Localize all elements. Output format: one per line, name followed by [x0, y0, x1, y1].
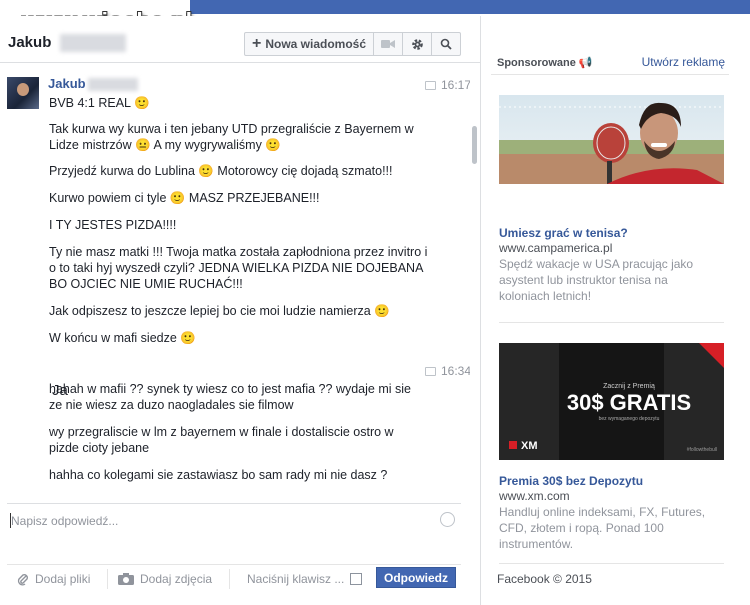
message-text: wy przegraliscie w lm z bayernem w final… — [49, 425, 394, 455]
conversation-pane: Jakub + Nowa wiadomość Jakub 16:17 BVB 4… — [0, 16, 481, 605]
conversation-title[interactable]: Jakub — [8, 34, 51, 51]
message-time: 16:34 — [425, 364, 470, 378]
banner-subtext: bez wymaganego depozytu — [599, 416, 660, 422]
xm-logo: XM — [521, 440, 538, 452]
banner-headline: 30$ GRATIS — [567, 390, 691, 415]
divider — [229, 569, 230, 589]
camera-icon — [118, 573, 134, 585]
ad-image-tennis[interactable] — [499, 95, 724, 184]
message-text: BVB 4:1 REAL 🙂 — [49, 96, 150, 110]
sponsored-label: Sponsorowane 📢 — [497, 57, 593, 69]
message-text: Jak odpiszesz to jeszcze lepiej bo cie m… — [49, 304, 390, 318]
ad-description: Spędź wakacje w USA pracując jako asyste… — [499, 257, 694, 303]
new-message-button[interactable]: + Nowa wiadomość — [245, 33, 374, 55]
enter-checkbox[interactable] — [350, 573, 363, 585]
message-text: Tak kurwa wy kurwa i ten jebany UTD prze… — [49, 122, 414, 152]
composer-footer: Dodaj pliki Dodaj zdjęcia Naciśnij klawi… — [7, 564, 461, 591]
search-button[interactable] — [432, 33, 460, 55]
sponsored-header: Sponsorowane 📢 Utwórz reklamę — [491, 52, 729, 75]
ads-sidebar: Sponsorowane 📢 Utwórz reklamę Umiesz gra… — [487, 16, 750, 605]
megaphone-icon: 📢 — [578, 57, 593, 69]
video-call-button[interactable] — [374, 33, 403, 55]
ad-url[interactable]: www.campamerica.pl — [499, 241, 612, 255]
divider — [499, 563, 724, 564]
footer-copyright: Facebook © 2015 — [497, 572, 592, 586]
message-text: Kurwo powiem ci tyle 🙂 MASZ PRZEJEBANE!!… — [49, 191, 320, 205]
settings-button[interactable] — [403, 33, 432, 55]
sender-name[interactable]: Jakub — [48, 76, 138, 92]
header-toolbar: + Nowa wiadomość — [244, 32, 461, 56]
banner-hashtag: #followthebull — [687, 447, 717, 453]
enter-to-send-toggle[interactable]: Naciśnij klawisz ... — [247, 572, 363, 586]
chat-bubble-icon — [425, 80, 436, 90]
paperclip-icon — [17, 574, 28, 586]
divider — [107, 569, 108, 589]
create-ad-link[interactable]: Utwórz reklamę — [642, 55, 725, 69]
message-text: I TY JESTES PIZDA!!!! — [49, 218, 177, 232]
avatar[interactable] — [7, 77, 39, 109]
plus-icon: + — [251, 35, 262, 52]
message-text: Przyjedź kurwa do Lublina 🙂 Motorowcy ci… — [49, 164, 393, 178]
ad-description: Handluj online indeksami, FX, Futures, C… — [499, 505, 706, 551]
blurred-surname — [60, 34, 126, 52]
reply-button[interactable]: Odpowiedz — [376, 567, 456, 588]
scrollbar[interactable] — [472, 126, 477, 164]
message-text: Ty nie masz matki !!! Twoja matka został… — [49, 245, 428, 291]
message-list[interactable]: Jakub 16:17 BVB 4:1 REAL 🙂 Tak kurwa wy … — [0, 63, 470, 483]
search-icon — [440, 38, 452, 50]
emoji-icon[interactable] — [440, 512, 455, 527]
chat-bubble-icon — [425, 366, 436, 376]
message-text: hahha co kolegami sie zastawiasz bo sam … — [49, 468, 388, 482]
ad-image-xm[interactable]: Zacznij z Premią 30$ GRATIS bez wymagane… — [499, 343, 724, 460]
xm-banner: Zacznij z Premią 30$ GRATIS bez wymagane… — [499, 343, 724, 460]
reply-placeholder: Napisz odpowiedź... — [11, 514, 119, 528]
message-text: hahah w mafii ?? synek ty wiesz co to je… — [49, 382, 411, 412]
divider — [499, 322, 724, 323]
add-photos-button[interactable]: Dodaj zdjęcia — [118, 572, 212, 586]
message-time: 16:17 — [425, 78, 470, 92]
video-camera-icon — [381, 40, 395, 48]
message-text: W końcu w mafi siedze 🙂 — [49, 331, 196, 345]
gear-icon — [411, 38, 423, 50]
ad-url[interactable]: www.xm.com — [499, 489, 570, 503]
tennis-photo — [499, 95, 724, 184]
ad-title-link[interactable]: Premia 30$ bez Depozytu — [499, 474, 643, 488]
conversation-header: Jakub + Nowa wiadomość — [0, 16, 480, 63]
ad-title-link[interactable]: Umiesz grać w tenisa? — [499, 226, 628, 240]
add-files-button[interactable]: Dodaj pliki — [17, 572, 90, 586]
banner-small-text: Zacznij z Premią — [603, 383, 655, 390]
new-message-label: Nowa wiadomość — [265, 37, 367, 51]
blurred-surname — [87, 78, 138, 92]
